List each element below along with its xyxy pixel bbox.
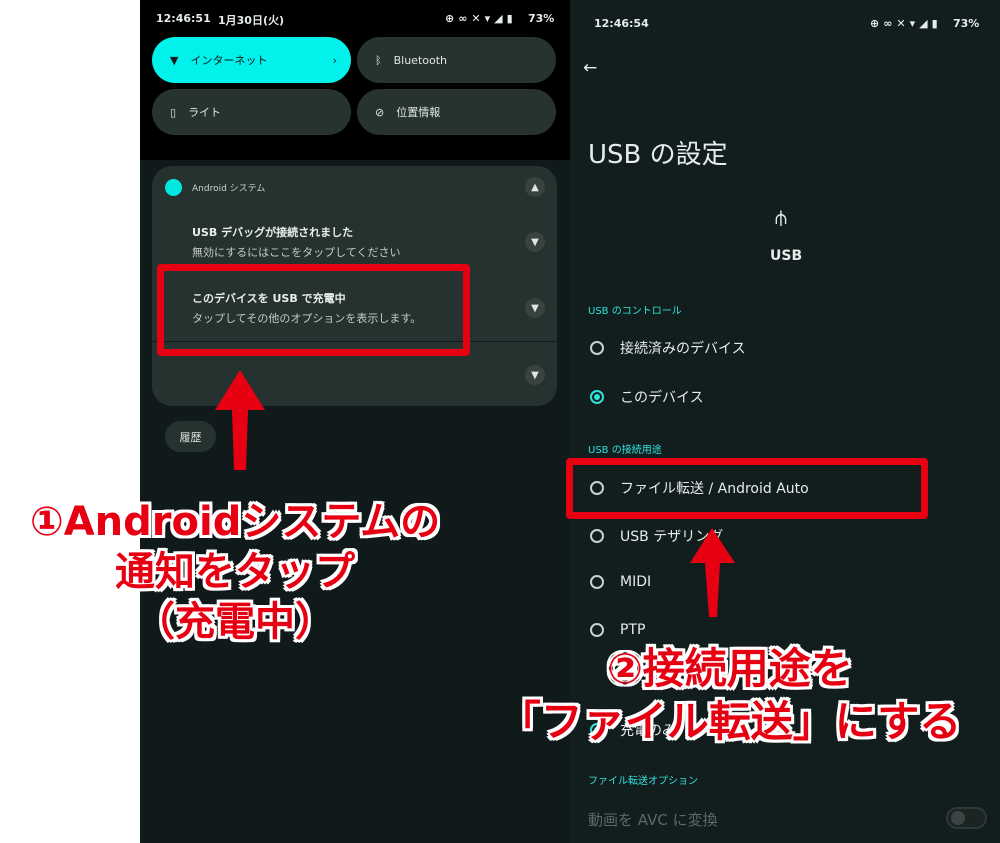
radio-button[interactable] xyxy=(590,623,604,637)
status-icons: ⊕∞✕▾◢▮ xyxy=(445,12,517,25)
radio-button[interactable] xyxy=(590,390,604,404)
battery-level: 73% xyxy=(953,17,980,30)
arrow-up-icon xyxy=(215,370,265,470)
step2-annotation: ②接続用途を 「ファイル転送」にする xyxy=(470,643,990,748)
step2-line: ②接続用途を xyxy=(607,644,853,693)
radio-button[interactable] xyxy=(590,341,604,355)
collapse-icon[interactable]: ▲ xyxy=(525,177,545,197)
location-off-icon: ⊘ xyxy=(375,105,385,119)
avc-label: 動画を AVC に変換 xyxy=(588,811,718,829)
highlight-charging-notification xyxy=(157,264,470,356)
radio-button[interactable] xyxy=(590,575,604,589)
avc-toggle[interactable] xyxy=(946,807,987,829)
arrow-up-icon xyxy=(690,528,735,617)
tile-flashlight[interactable]: ▯ ライト xyxy=(152,89,351,135)
chevron-right-icon: › xyxy=(332,53,337,67)
purpose-section-header: USB の接続用途 xyxy=(588,445,662,456)
bluetooth-icon: ᛒ xyxy=(375,53,382,67)
step1-line: 通知をタップ xyxy=(115,549,355,595)
usb-icon: ⫛ xyxy=(775,205,787,229)
option-midi[interactable]: MIDI xyxy=(590,574,651,590)
status-time: 12:46:54 xyxy=(594,17,649,30)
status-time: 12:46:51 xyxy=(156,12,211,25)
tile-bluetooth[interactable]: ᛒ Bluetooth xyxy=(357,37,556,83)
step2-line: 「ファイル転送」にする xyxy=(498,696,962,746)
expand-icon[interactable]: ▼ xyxy=(525,232,545,252)
notification-app-name: Android システム xyxy=(192,184,266,194)
page-title: USB の設定 xyxy=(588,140,728,170)
expand-icon[interactable]: ▼ xyxy=(525,365,545,385)
android-icon xyxy=(165,179,182,196)
flashlight-icon: ▯ xyxy=(170,105,177,119)
expand-icon[interactable]: ▼ xyxy=(525,298,545,318)
tile-internet[interactable]: ▼ インターネット › xyxy=(152,37,351,83)
step1-annotation: ①Androidシステムの 通知をタップ （充電中） xyxy=(0,497,470,647)
option-this-device[interactable]: このデバイス xyxy=(590,387,704,407)
highlight-file-transfer xyxy=(566,458,928,519)
control-section-header: USB のコントロール xyxy=(588,306,682,317)
step1-line: ①Androidシステムの xyxy=(29,499,441,545)
status-icons: ⊕∞✕▾◢▮ xyxy=(870,17,942,30)
file-options-header: ファイル転送オプション xyxy=(588,776,698,787)
radio-button[interactable] xyxy=(590,529,604,543)
status-date: 1月30日(火) xyxy=(218,14,285,27)
option-ptp[interactable]: PTP xyxy=(590,622,645,638)
battery-level: 73% xyxy=(528,12,555,25)
back-arrow-icon[interactable]: ← xyxy=(583,58,597,78)
wifi-icon: ▼ xyxy=(170,53,179,67)
tile-location[interactable]: ⊘ 位置情報 xyxy=(357,89,556,135)
notification-usb-debug[interactable]: USB デバッグが接続されました 無効にするにはここをタップしてください xyxy=(192,224,400,260)
usb-label: USB xyxy=(770,248,803,264)
option-connected-device[interactable]: 接続済みのデバイス xyxy=(590,338,746,358)
toggle-thumb xyxy=(951,811,965,825)
history-button[interactable]: 履歴 xyxy=(165,421,216,452)
step1-line: （充電中） xyxy=(135,599,335,645)
